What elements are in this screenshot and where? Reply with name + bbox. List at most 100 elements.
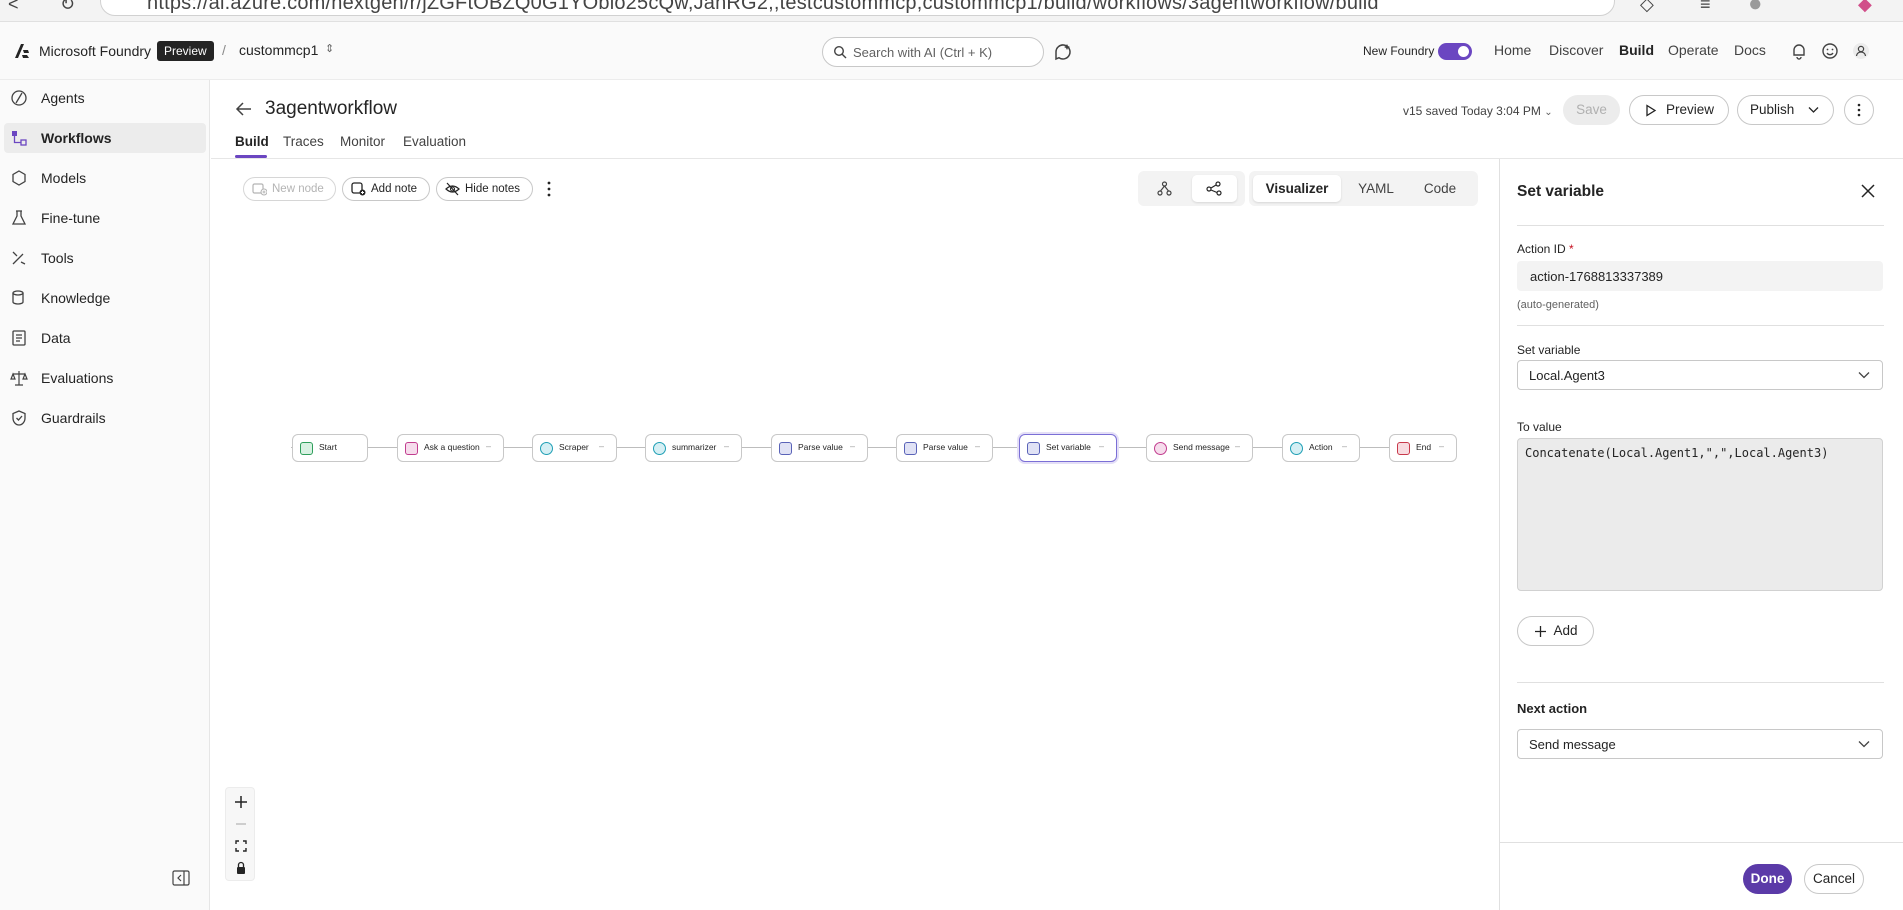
tab-code[interactable]: Code [1409, 175, 1471, 202]
nav-discover[interactable]: Discover [1549, 42, 1603, 58]
divider [1517, 325, 1884, 326]
browser-profile-icon[interactable]: ● [1748, 0, 1763, 18]
node-menu-icon[interactable]: – [850, 441, 855, 451]
browser-back-icon[interactable]: < [8, 0, 19, 15]
add-button[interactable]: Add [1517, 616, 1594, 646]
sidebar-item-label: Tools [41, 250, 74, 266]
address-bar[interactable]: https://ai.azure.com/nextgen/r/jZGFtOBZQ… [100, 0, 1615, 16]
next-action-dropdown[interactable]: Send message [1517, 729, 1883, 759]
close-icon[interactable] [1860, 183, 1876, 199]
more-options-button[interactable] [1844, 95, 1874, 125]
flow-node-parse-value-2[interactable]: Parse value – [896, 434, 993, 462]
flow-node-end[interactable]: End – [1389, 434, 1457, 462]
new-node-label: New node [272, 183, 324, 195]
set-variable-label: Set variable [1517, 343, 1581, 357]
project-switch-icon[interactable]: ⇕ [325, 42, 334, 55]
version-saved-status[interactable]: v15 saved Today 3:04 PM ⌄ [1403, 104, 1553, 118]
notifications-icon[interactable] [1790, 42, 1808, 60]
nav-home[interactable]: Home [1494, 42, 1531, 58]
tab-evaluation[interactable]: Evaluation [403, 134, 466, 149]
publish-label: Publish [1750, 102, 1795, 117]
node-menu-icon[interactable]: – [486, 441, 491, 451]
browser-refresh-icon[interactable]: ↻ [60, 0, 75, 15]
lock-icon[interactable] [231, 858, 251, 878]
sidebar-item-knowledge[interactable]: Knowledge [0, 283, 202, 313]
nav-docs[interactable]: Docs [1734, 42, 1766, 58]
active-tab-indicator [235, 155, 267, 158]
set-variable-dropdown[interactable]: Local.Agent3 [1517, 360, 1883, 390]
tab-build[interactable]: Build [235, 134, 269, 149]
publish-button[interactable]: Publish [1737, 95, 1834, 125]
models-icon [12, 170, 26, 186]
node-menu-icon[interactable]: – [1235, 441, 1240, 451]
nav-build[interactable]: Build [1619, 42, 1654, 58]
brand-name[interactable]: Microsoft Foundry [39, 43, 151, 59]
browser-copilot-icon[interactable]: ◆ [1858, 0, 1872, 15]
end-node-icon [1397, 442, 1410, 455]
node-menu-icon[interactable]: – [599, 441, 604, 451]
done-button[interactable]: Done [1743, 864, 1792, 894]
flow-node-scraper[interactable]: Scraper – [532, 434, 617, 462]
sidebar-item-agents[interactable]: Agents [0, 83, 202, 113]
node-menu-icon[interactable]: – [1439, 441, 1444, 451]
flow-node-summarizer[interactable]: summarizer – [645, 434, 742, 462]
sidebar-item-label: Knowledge [41, 290, 111, 306]
save-button[interactable]: Save [1563, 95, 1620, 125]
node-menu-icon[interactable]: – [1342, 441, 1347, 451]
sidebar-item-evaluations[interactable]: Evaluations [0, 363, 202, 393]
sidebar-item-guardrails[interactable]: Guardrails [0, 403, 202, 433]
parse-node-icon [779, 442, 792, 455]
cancel-button[interactable]: Cancel [1804, 864, 1864, 894]
to-value-editor[interactable]: Concatenate(Local.Agent1,",",Local.Agent… [1517, 438, 1883, 591]
nav-operate[interactable]: Operate [1668, 42, 1719, 58]
browser-favorites-icon[interactable]: ≡ [1700, 0, 1711, 15]
node-menu-icon[interactable]: – [975, 441, 980, 451]
flow-node-ask-question[interactable]: Ask a question – [397, 434, 504, 462]
node-menu-icon[interactable]: – [724, 441, 729, 451]
node-menu-icon[interactable]: – [1099, 441, 1104, 451]
add-note-icon [351, 182, 366, 196]
action-id-field: action-1768813337389 [1517, 261, 1883, 291]
preview-badge: Preview [157, 41, 214, 61]
workflow-canvas[interactable]: New node Add note Hide notes Visualizer … [211, 159, 1499, 910]
preview-button[interactable]: Preview [1629, 95, 1729, 125]
sidebar-item-fine-tune[interactable]: Fine-tune [0, 203, 202, 233]
new-node-button[interactable]: New node [243, 177, 336, 201]
tree-layout-button[interactable] [1142, 175, 1187, 202]
new-foundry-toggle[interactable] [1438, 43, 1472, 60]
back-arrow-icon[interactable] [235, 100, 253, 118]
variable-node-icon [1027, 442, 1040, 455]
ai-chat-icon[interactable] [1052, 41, 1074, 63]
feedback-smiley-icon[interactable] [1821, 42, 1839, 60]
tab-monitor[interactable]: Monitor [340, 134, 385, 149]
data-icon [12, 330, 26, 346]
fit-view-icon[interactable] [231, 836, 251, 856]
panel-footer: Done Cancel [1500, 842, 1903, 910]
account-avatar-icon[interactable] [1852, 42, 1870, 60]
zoom-in-icon[interactable] [231, 792, 251, 812]
flow-node-action[interactable]: Action – [1282, 434, 1360, 462]
flow-node-start[interactable]: Start [292, 434, 368, 462]
more-vertical-icon[interactable] [546, 180, 552, 198]
project-selector[interactable]: custommcp1 [239, 42, 318, 58]
tab-yaml[interactable]: YAML [1345, 175, 1407, 202]
flow-node-set-variable[interactable]: Set variable – [1019, 434, 1117, 462]
hide-notes-button[interactable]: Hide notes [436, 177, 533, 201]
browser-extension-icon[interactable]: ◇ [1640, 0, 1654, 15]
sidebar-item-data[interactable]: Data [0, 323, 202, 353]
action-id-hint: (auto-generated) [1517, 299, 1599, 311]
sidebar-item-workflows[interactable]: Workflows [4, 123, 206, 153]
tab-visualizer[interactable]: Visualizer [1253, 175, 1341, 202]
zoom-out-icon[interactable] [231, 814, 251, 834]
tab-traces[interactable]: Traces [283, 134, 324, 149]
sidebar-item-label: Evaluations [41, 370, 114, 386]
node-label: Ask a question [424, 442, 480, 452]
collapse-sidebar-icon[interactable] [172, 870, 190, 886]
flow-node-parse-value-1[interactable]: Parse value – [771, 434, 868, 462]
search-input[interactable]: Search with AI (Ctrl + K) [822, 37, 1044, 67]
sidebar-item-models[interactable]: Models [0, 163, 202, 193]
graph-layout-button[interactable] [1192, 175, 1237, 202]
add-note-button[interactable]: Add note [342, 177, 430, 201]
flow-node-send-message[interactable]: Send message – [1146, 434, 1253, 462]
sidebar-item-tools[interactable]: Tools [0, 243, 202, 273]
